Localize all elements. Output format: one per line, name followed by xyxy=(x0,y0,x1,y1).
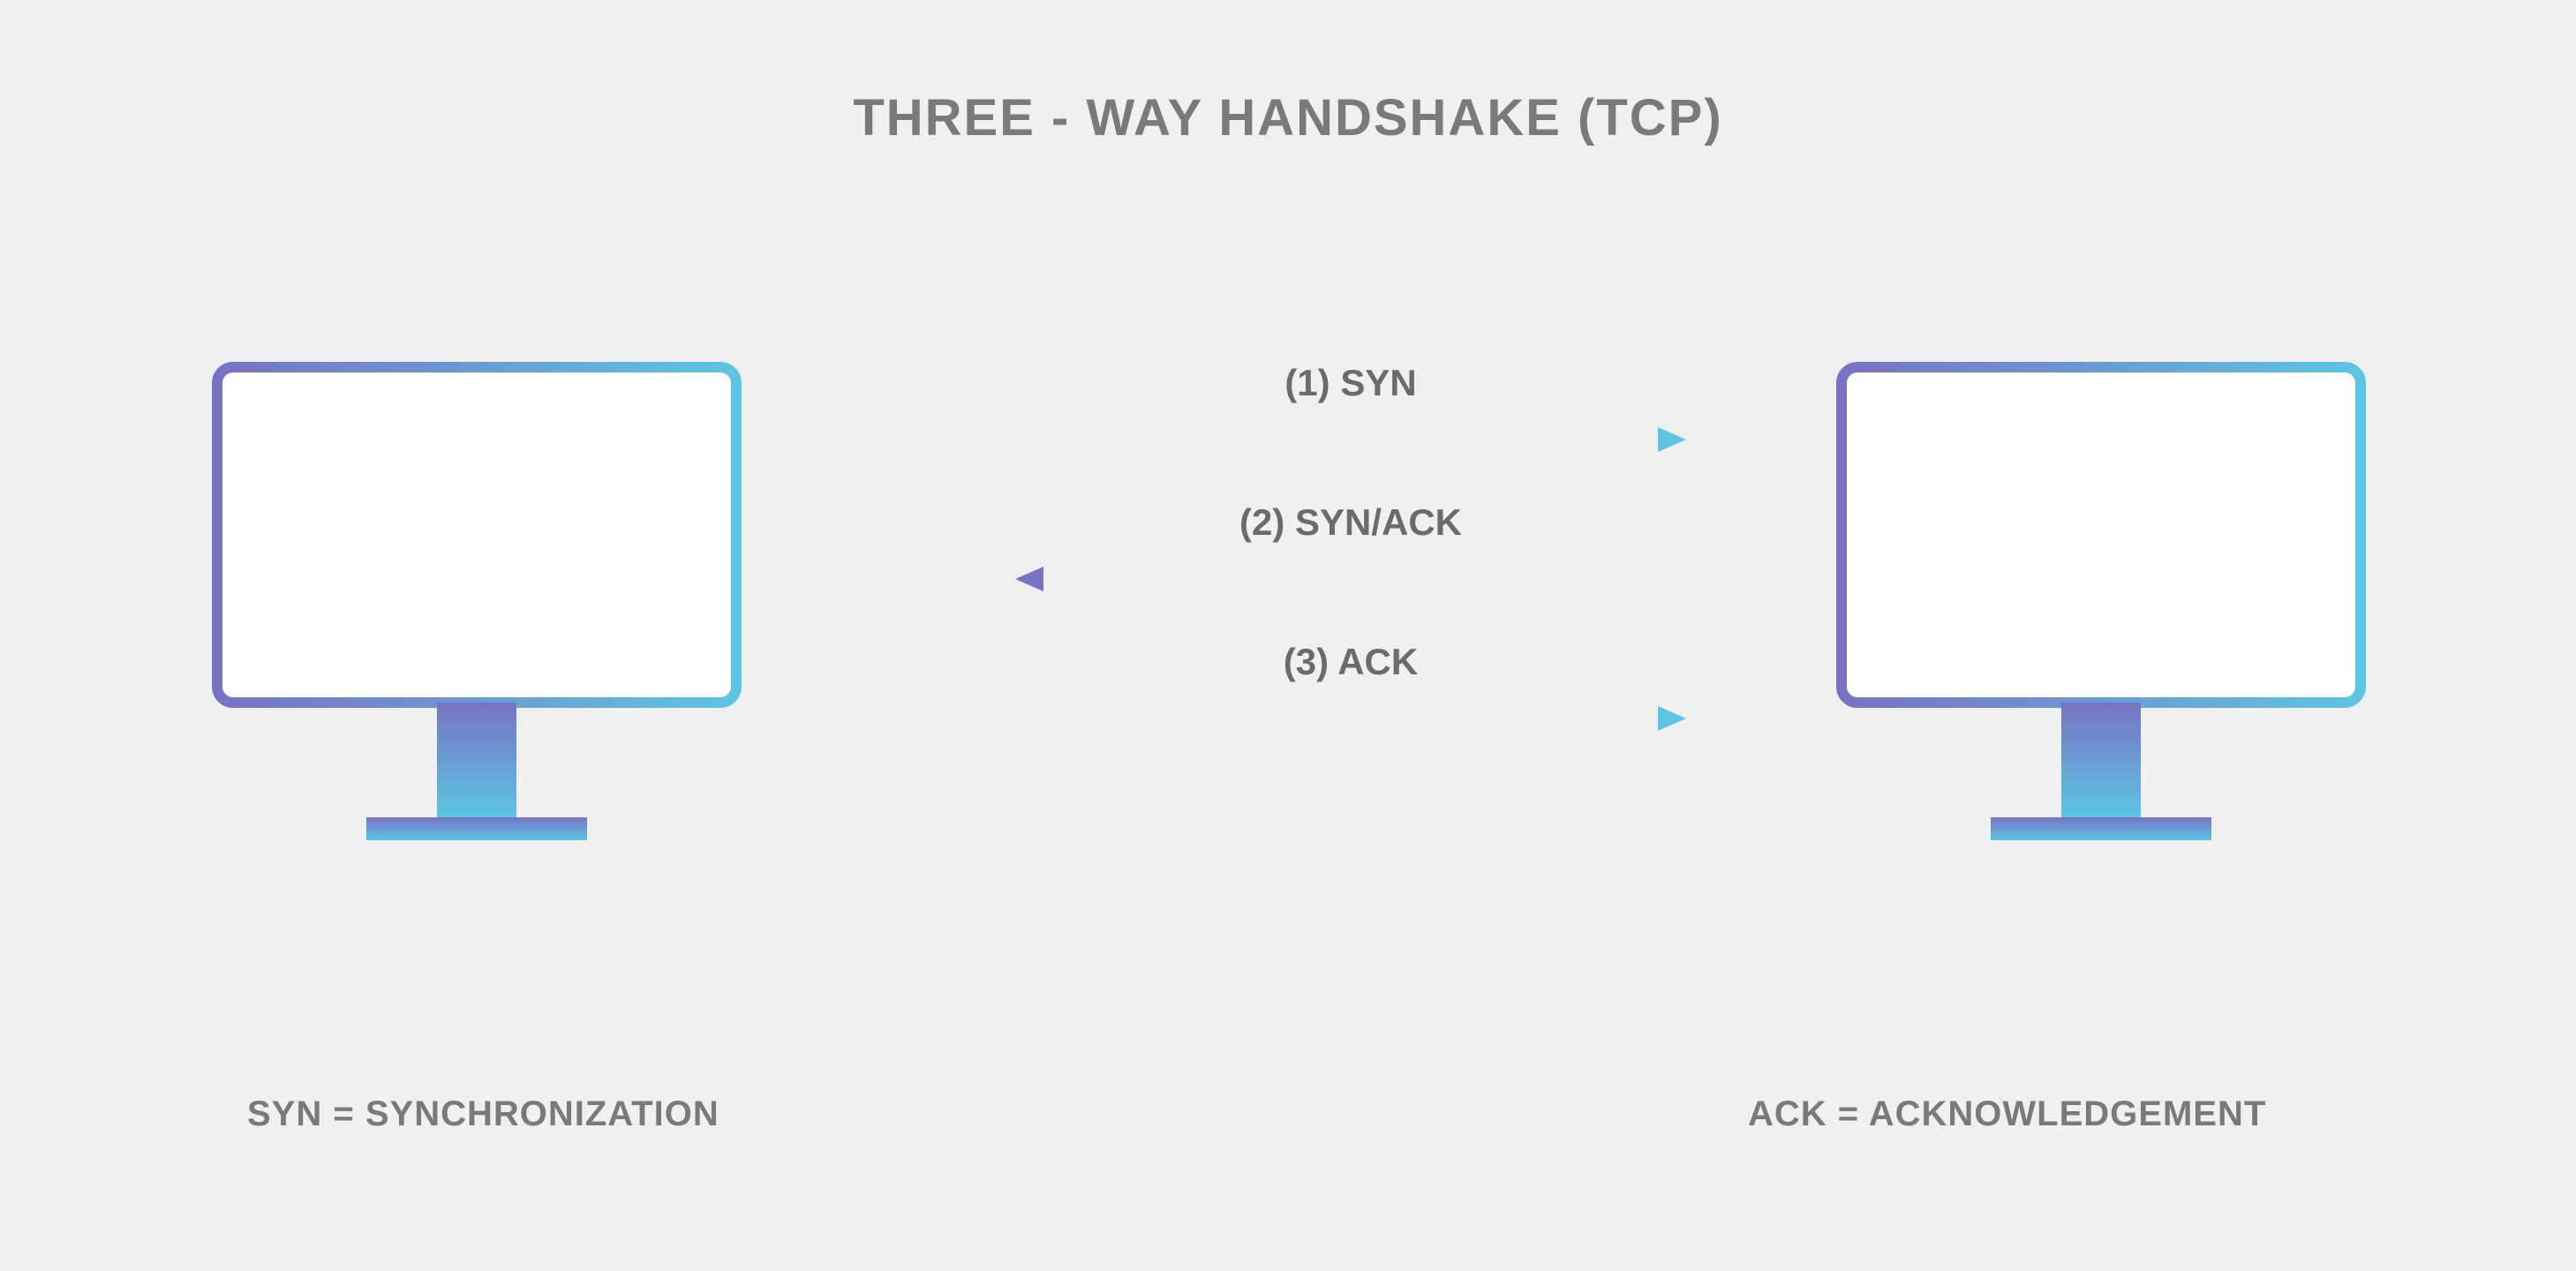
step-syn: (1) SYN xyxy=(1015,362,1686,462)
monitor-icon xyxy=(212,362,742,856)
step-label: (1) SYN xyxy=(1015,362,1686,404)
arrow-right-icon xyxy=(1015,701,1686,736)
handshake-steps: (1) SYN (2) SYN/ACK (3 xyxy=(1015,362,1686,780)
step-label: (2) SYN/ACK xyxy=(1015,501,1686,544)
legend-syn: SYN = SYNCHRONIZATION xyxy=(247,1094,719,1134)
step-ack: (3) ACK xyxy=(1015,641,1686,741)
server-monitor xyxy=(1836,362,2366,861)
arrow-right-icon xyxy=(1015,422,1686,457)
step-synack: (2) SYN/ACK xyxy=(1015,501,1686,601)
diagram-title: THREE - WAY HANDSHAKE (TCP) xyxy=(853,88,1722,147)
step-label: (3) ACK xyxy=(1015,641,1686,683)
legend-ack: ACK = ACKNOWLEDGEMENT xyxy=(1748,1094,2266,1134)
client-monitor xyxy=(212,362,742,861)
monitor-icon xyxy=(1836,362,2366,856)
arrow-left-icon xyxy=(1015,561,1686,597)
